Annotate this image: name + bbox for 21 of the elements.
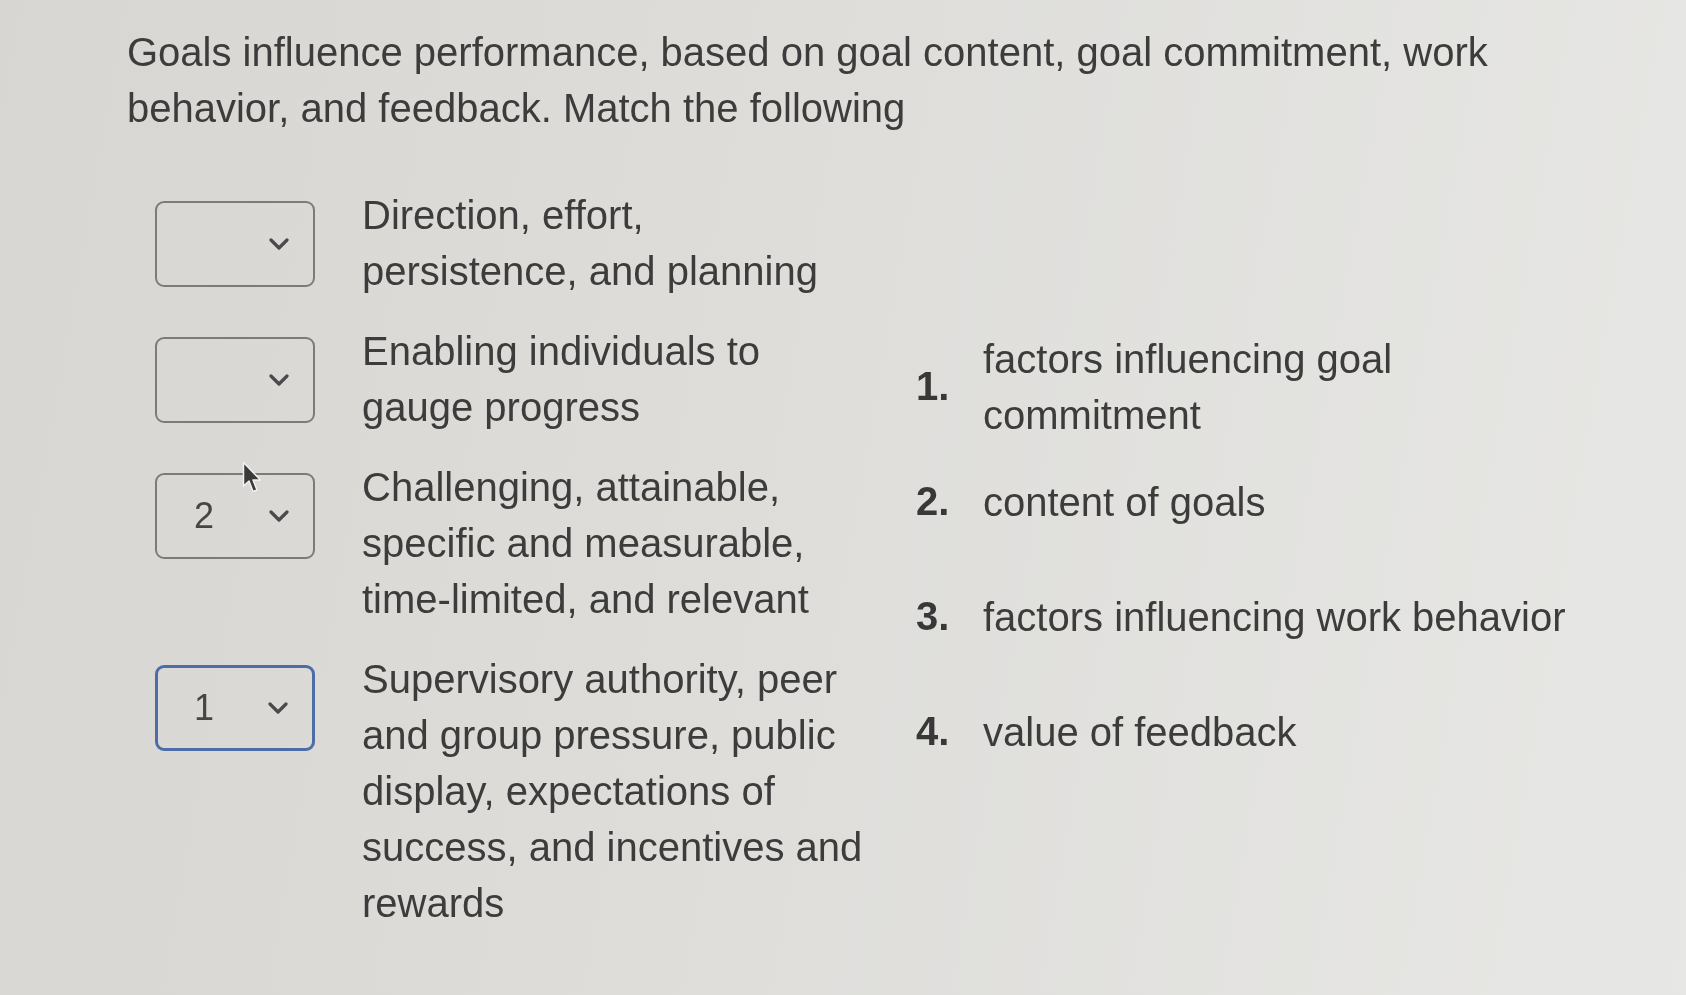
option-text: factors influencing goal commitment bbox=[983, 335, 1394, 439]
question-text: Goals influence performance, based on goal content, goal commitment, work behavior, and feedback. Match the following bbox=[127, 29, 1489, 132]
option-number: 1. bbox=[916, 364, 951, 409]
prompt-text: Enabling individuals to gauge progress bbox=[362, 328, 762, 431]
chevron-down-icon bbox=[269, 238, 289, 250]
answer-dropdown[interactable] bbox=[155, 337, 315, 423]
prompt-text: Challenging, attainable, specific and measurable, time-limited, and relevant bbox=[362, 464, 810, 623]
answer-dropdown[interactable] bbox=[155, 201, 315, 287]
option-number: 2. bbox=[916, 479, 951, 524]
chevron-down-icon bbox=[268, 702, 288, 714]
option-text: factors influencing work behavior bbox=[983, 593, 1566, 641]
chevron-down-icon bbox=[269, 510, 289, 522]
prompt-text: Supervisory authority, peer and group pressure, public display, expectations of success, and incentives and rewards bbox=[362, 656, 864, 927]
prompt-text: Direction, effort, persistence, and planning bbox=[362, 192, 819, 295]
option-number: 3. bbox=[916, 594, 951, 639]
answer-dropdown[interactable]: 1 bbox=[155, 665, 315, 751]
option-number: 4. bbox=[916, 709, 951, 754]
chevron-down-icon bbox=[269, 374, 289, 386]
option-text: value of feedback bbox=[983, 708, 1297, 756]
mouse-pointer-icon bbox=[242, 461, 263, 494]
option-text: content of goals bbox=[983, 478, 1266, 526]
